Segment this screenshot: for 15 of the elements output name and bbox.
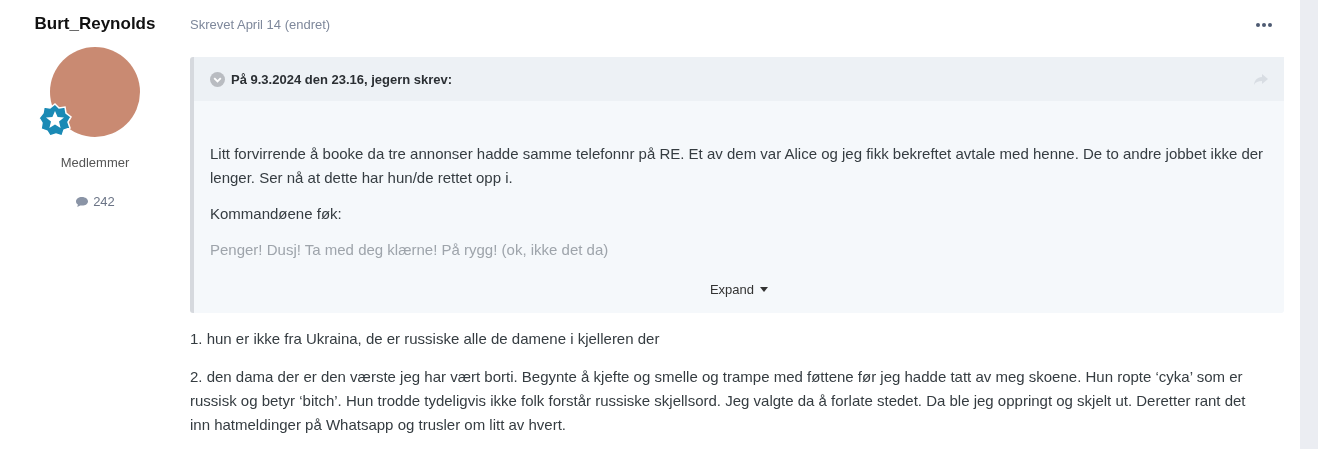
member-group-label: Medlemmer	[60, 155, 130, 170]
quote-paragraph: Penger! Dusj! Ta med deg klærne! På rygg! (ok, ikke det da)	[210, 240, 610, 260]
caret-icon	[760, 287, 769, 292]
post-paragraph: 2. den dama der er den værste jeg har vært borti. Begynte å kjefte og smelle og trampe med føttene før jeg hadde tatt av meg skoene. Hun ropte ‘cyka’ som er russisk og betyr ‘bitch’. Hun trodde tydeligvis ikke folk forstår russiske skjellsord. Jeg valgte da å forlate stedet. Da ble jeg oppringt og skjelt ut. Deretter rant det inn hatmeldinger på Whatsapp og trusler om litt av hvert.	[190, 367, 1247, 435]
more-options-icon[interactable]	[1256, 22, 1272, 27]
quote-paragraph: Litt forvirrende å booke da tre annonser hadde samme telefonnr på RE. Et av dem var Alice og jeg fikk bekreftet avtale med henne. De to andre jobbet ikke der lenger. Ser nå at dette har hun/de rettet opp i.	[210, 144, 1265, 188]
post-date: Skrevet April 14 (endret)	[190, 17, 331, 32]
expand-button[interactable]: Expand	[705, 280, 773, 299]
quote-citation: På 9.3.2024 den 23.16, jegern skrev:	[231, 71, 453, 87]
author-name[interactable]: Burt_Reynolds	[34, 14, 156, 34]
quote-paragraph: Kommandøene føk:	[210, 204, 343, 224]
speech-bubble-icon	[75, 195, 90, 208]
post-count: 242	[93, 194, 115, 209]
post-paragraph: 1. hun er ikke fra Ukraina, de er russiske alle de damene i kjelleren der	[190, 329, 661, 349]
star-badge-icon	[38, 103, 72, 137]
